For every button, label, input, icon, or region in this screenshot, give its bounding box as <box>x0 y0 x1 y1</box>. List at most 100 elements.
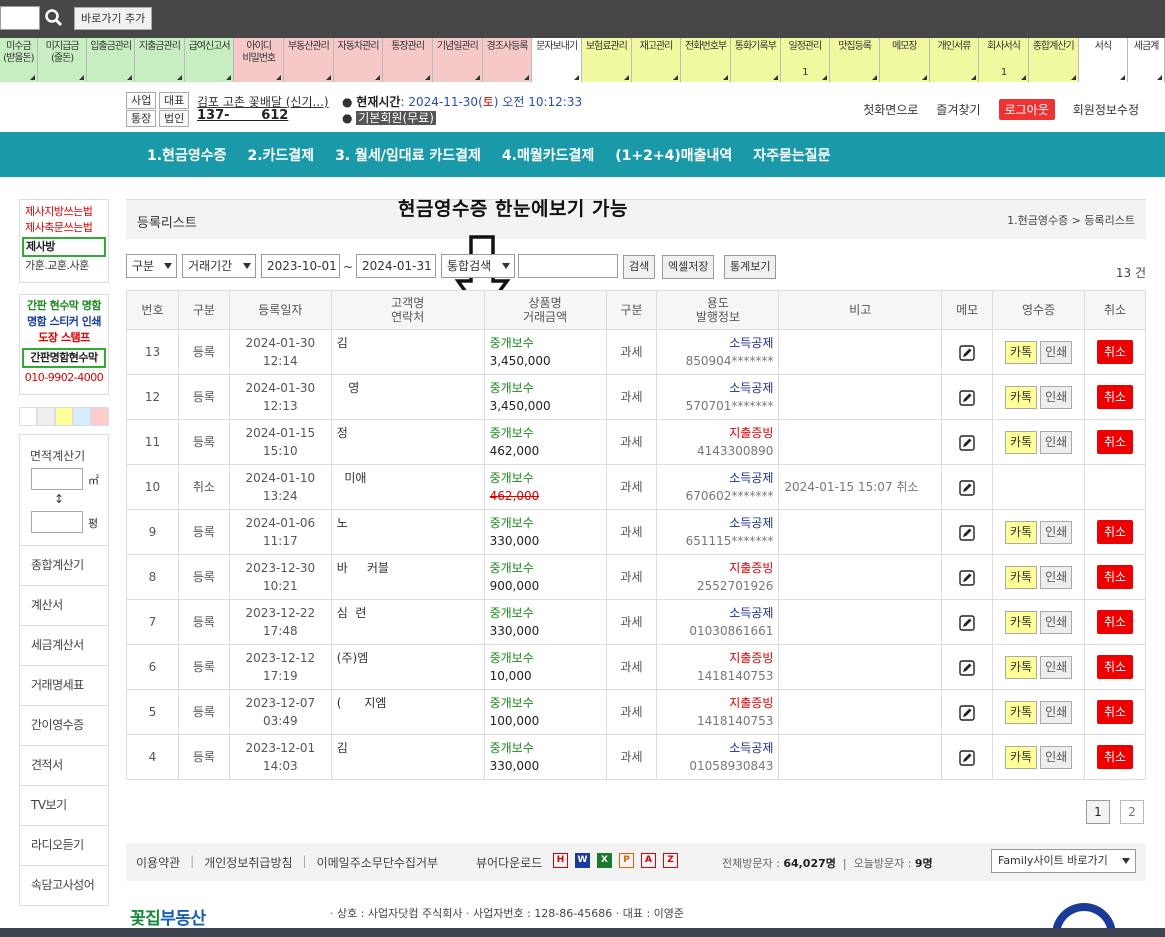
cancel-receipt-button[interactable]: 취소 <box>1096 340 1134 364</box>
menu-item[interactable]: 재고관리 <box>631 38 682 82</box>
sidebar-link[interactable]: 견적서 <box>19 746 109 786</box>
color-swatch[interactable] <box>19 407 37 426</box>
pdf-viewer-icon[interactable]: A <box>641 853 656 868</box>
menu-item[interactable]: 지출금관리 <box>135 38 185 82</box>
cancel-receipt-button[interactable]: 취소 <box>1096 430 1134 454</box>
menu-item[interactable]: 보험료관리 <box>581 38 632 82</box>
menu-item[interactable]: 부동산관리 <box>284 38 334 82</box>
kakao-send-button[interactable]: 카톡 <box>1004 340 1038 364</box>
kakao-send-button[interactable]: 카톡 <box>1004 430 1038 454</box>
excel-viewer-icon[interactable]: X <box>597 853 612 868</box>
print-button[interactable]: 인쇄 <box>1040 385 1073 409</box>
member-info-link[interactable]: 회원정보수정 <box>1073 101 1139 118</box>
sidebar-link[interactable]: TV보기 <box>19 786 109 826</box>
stats-button[interactable]: 통계보기 <box>724 255 777 279</box>
menu-item[interactable]: 통화기록부 <box>730 38 781 82</box>
ad-line-4[interactable]: 간판명함현수막 <box>22 348 106 368</box>
ad-line-2[interactable]: 명함 스티커 인쇄 <box>24 314 104 330</box>
sidebar-link-chukmun[interactable]: 제사축문쓰는법 <box>25 220 103 236</box>
print-button[interactable]: 인쇄 <box>1040 655 1073 679</box>
kakao-send-button[interactable]: 카톡 <box>1004 700 1038 724</box>
favorites-link[interactable]: 즐겨찾기 <box>936 101 980 118</box>
menu-item[interactable]: 경조사등록 <box>482 38 533 82</box>
menu-item[interactable]: 메모장 <box>879 38 930 82</box>
zip-viewer-icon[interactable]: Z <box>663 853 678 868</box>
edit-memo-icon[interactable] <box>959 749 975 766</box>
tag-ceo[interactable]: 대표 <box>159 92 190 109</box>
print-button[interactable]: 인쇄 <box>1040 745 1073 769</box>
sidebar-link[interactable]: 계산서 <box>19 586 109 626</box>
nav-card-payment[interactable]: 2.카드결제 <box>247 145 314 165</box>
menu-item[interactable]: 미지급금 (줄돈) <box>37 38 88 82</box>
kakao-send-button[interactable]: 카톡 <box>1004 385 1038 409</box>
email-refuse-link[interactable]: 이메일주소무단수집거부 <box>317 854 438 871</box>
cancel-receipt-button[interactable]: 취소 <box>1096 700 1134 724</box>
edit-memo-icon[interactable] <box>959 704 975 721</box>
print-button[interactable]: 인쇄 <box>1040 340 1073 364</box>
menu-item[interactable]: 통장관리 <box>383 38 434 82</box>
ad-phone[interactable]: 010-9902-4000 <box>24 370 104 386</box>
tag-corp[interactable]: 법인 <box>159 110 190 127</box>
print-button[interactable]: 인쇄 <box>1040 700 1073 724</box>
menu-item[interactable]: 일정관리 1 <box>780 38 831 82</box>
business-number[interactable]: 137- 612 <box>197 108 288 123</box>
hwp-viewer-icon[interactable]: H <box>553 853 568 868</box>
color-swatch[interactable] <box>37 407 55 426</box>
ad-line-3[interactable]: 도장 스탬프 <box>24 330 104 346</box>
nav-rent-card-payment[interactable]: 3. 월세/임대료 카드결제 <box>335 145 481 165</box>
print-button[interactable]: 인쇄 <box>1040 520 1073 544</box>
terms-link[interactable]: 이용약관 <box>136 854 180 871</box>
edit-memo-icon[interactable] <box>959 614 975 631</box>
edit-memo-icon[interactable] <box>959 389 975 406</box>
search-keyword-input[interactable] <box>518 254 618 278</box>
date-to-input[interactable]: 2024-01-31 <box>356 254 436 278</box>
menu-item[interactable]: 회사서식 1 <box>979 38 1029 82</box>
home-link[interactable]: 첫화면으로 <box>863 101 918 118</box>
cancel-receipt-button[interactable]: 취소 <box>1096 745 1134 769</box>
menu-item[interactable]: 입출금관리 <box>87 38 136 82</box>
period-select[interactable]: 거래기간 <box>182 254 256 278</box>
sidebar-link-jibang[interactable]: 제사지방쓰는법 <box>25 204 103 220</box>
sidebar-link-jesabang[interactable]: 제사방 <box>22 237 106 257</box>
print-button[interactable]: 인쇄 <box>1040 430 1073 454</box>
menu-item[interactable]: 세금계 <box>1128 38 1165 82</box>
edit-memo-icon[interactable] <box>959 569 975 586</box>
excel-save-button[interactable]: 엑셀저장 <box>662 255 715 279</box>
menu-item[interactable]: 급여신고서 <box>184 38 235 82</box>
print-button[interactable]: 인쇄 <box>1040 565 1073 589</box>
color-swatch[interactable] <box>55 407 73 426</box>
sqm-input[interactable] <box>31 468 83 490</box>
search-field-select[interactable]: 통합검색 <box>441 254 515 278</box>
kakao-send-button[interactable]: 카톡 <box>1004 745 1038 769</box>
kakao-send-button[interactable]: 카톡 <box>1004 655 1038 679</box>
menu-item[interactable]: 맛집등록 <box>830 38 880 82</box>
sidebar-link[interactable]: 세금계산서 <box>19 626 109 666</box>
ad-line-1[interactable]: 간판 현수막 명함 <box>24 298 104 314</box>
print-button[interactable]: 인쇄 <box>1040 610 1073 634</box>
menu-item[interactable]: 기념일관리 <box>433 38 483 82</box>
sidebar-link[interactable]: 종합계산기 <box>19 546 109 586</box>
menu-item[interactable]: 아이디 비밀번호 <box>234 38 285 82</box>
nav-faq[interactable]: 자주묻는질문 <box>753 145 830 165</box>
top-search-input[interactable] <box>0 6 40 30</box>
search-icon[interactable] <box>44 8 64 28</box>
menu-item[interactable]: 개인서류 <box>929 38 980 82</box>
nav-sales-history[interactable]: (1+2+4)매출내역 <box>615 145 732 165</box>
family-site-select[interactable]: Family사이트 바로가기 <box>991 849 1136 873</box>
logout-button[interactable]: 로그아웃 <box>998 99 1055 120</box>
color-swatch[interactable] <box>91 407 109 426</box>
sidebar-link[interactable]: 라디오듣기 <box>19 826 109 866</box>
privacy-link[interactable]: 개인정보취급방침 <box>204 854 292 871</box>
edit-memo-icon[interactable] <box>959 524 975 541</box>
site-logo[interactable]: 꽃집부동산 <box>130 904 206 929</box>
color-swatch[interactable] <box>73 407 91 426</box>
kakao-send-button[interactable]: 카톡 <box>1004 520 1038 544</box>
sidebar-link[interactable]: 속담고사성어 <box>19 866 109 906</box>
tag-business[interactable]: 사업 <box>126 92 157 109</box>
menu-item[interactable]: 서식 <box>1078 38 1129 82</box>
edit-memo-icon[interactable] <box>959 434 975 451</box>
edit-memo-icon[interactable] <box>959 659 975 676</box>
page-2-button[interactable]: 2 <box>1120 800 1144 824</box>
cancel-receipt-button[interactable]: 취소 <box>1096 655 1134 679</box>
word-viewer-icon[interactable]: W <box>575 853 590 868</box>
